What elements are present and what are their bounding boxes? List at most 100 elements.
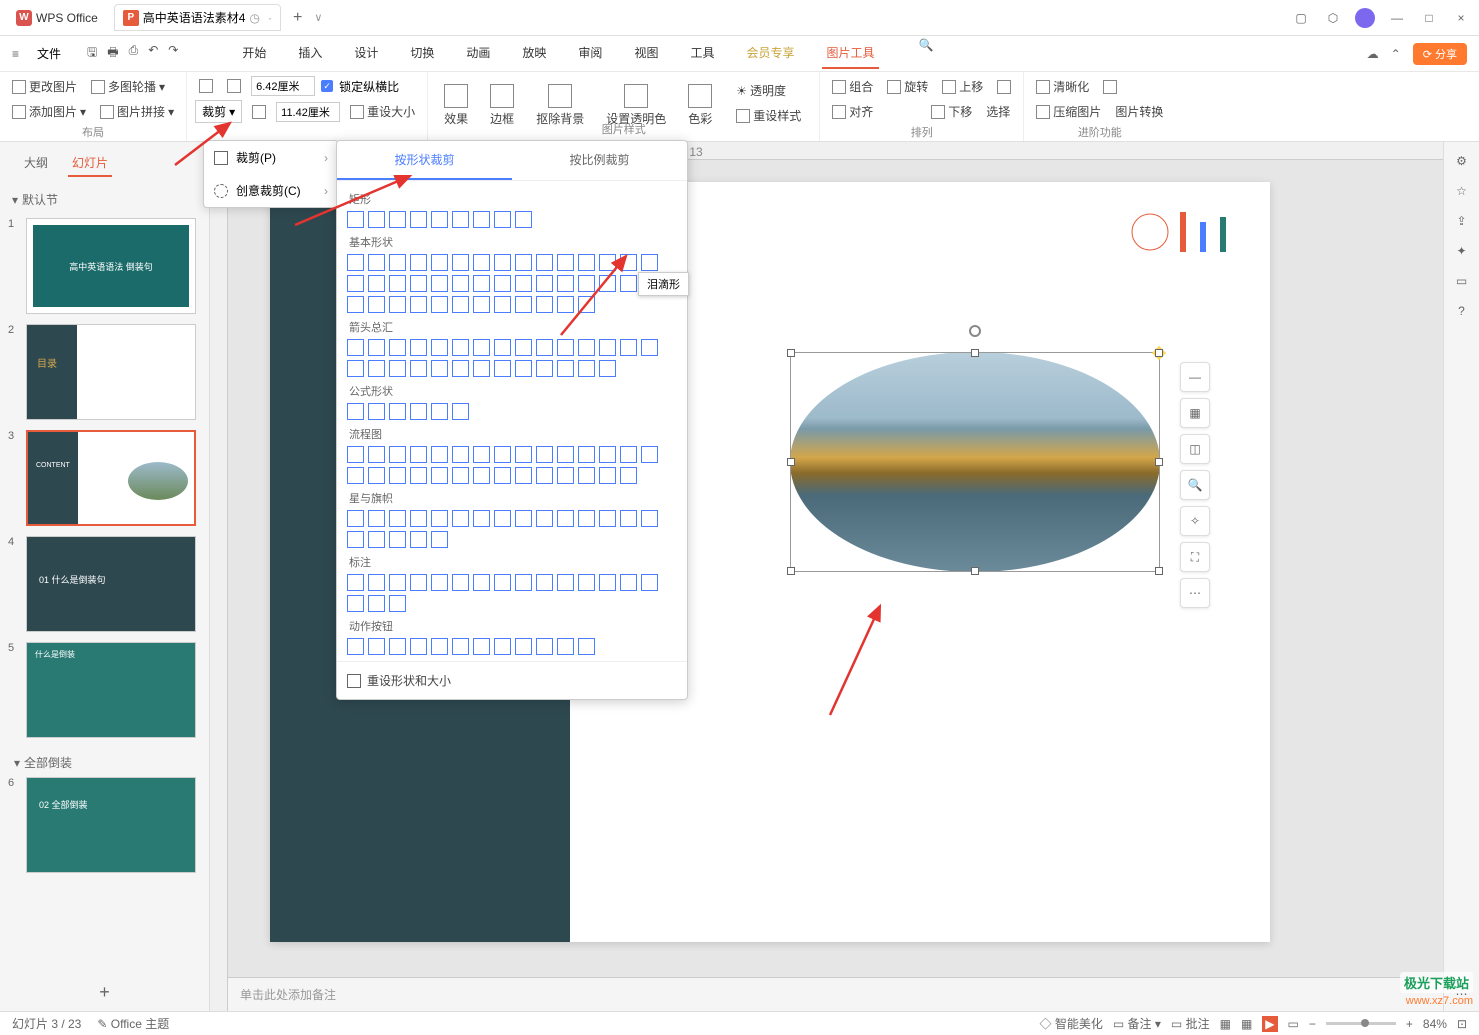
shape-stars-16[interactable] — [368, 531, 385, 548]
shape-arrows-27[interactable] — [599, 360, 616, 377]
shape-action-3[interactable] — [410, 638, 427, 655]
shape-basic-9[interactable] — [536, 254, 553, 271]
shape-arrows-11[interactable] — [578, 339, 595, 356]
shape-flowchart-5[interactable] — [452, 446, 469, 463]
shape-basic-33[interactable] — [410, 296, 427, 313]
shape-callout-8[interactable] — [515, 574, 532, 591]
shape-arrows-12[interactable] — [599, 339, 616, 356]
shape-callout-11[interactable] — [578, 574, 595, 591]
shape-formula-0[interactable] — [347, 403, 364, 420]
tab-menu-icon[interactable]: ◷ — [249, 11, 259, 25]
shape-basic-6[interactable] — [473, 254, 490, 271]
shape-basic-11[interactable] — [578, 254, 595, 271]
view-slideshow-icon[interactable]: ▭ — [1288, 1017, 1299, 1031]
beautify-button[interactable]: ◇ 智能美化 — [1040, 1015, 1103, 1032]
outline-tab[interactable]: 大纲 — [20, 150, 52, 177]
section-all[interactable]: ▾全部倒装 — [2, 748, 201, 777]
handle-nw[interactable] — [787, 349, 795, 357]
window-minimize[interactable]: — — [1387, 8, 1407, 28]
shape-flowchart-2[interactable] — [389, 446, 406, 463]
shape-arrows-14[interactable] — [641, 339, 658, 356]
add-slide-button[interactable]: + — [0, 974, 209, 1011]
height-input[interactable] — [276, 102, 340, 122]
collapse-ribbon-icon[interactable]: ⌃ — [1391, 47, 1401, 61]
shape-callout-13[interactable] — [620, 574, 637, 591]
zoom-out[interactable]: − — [1309, 1017, 1316, 1031]
shape-action-4[interactable] — [431, 638, 448, 655]
shape-stars-17[interactable] — [389, 531, 406, 548]
shape-basic-35[interactable] — [452, 296, 469, 313]
shape-formula-2[interactable] — [389, 403, 406, 420]
crop-mode-1[interactable] — [195, 77, 217, 95]
tab-view[interactable]: 视图 — [630, 38, 662, 69]
shape-rect-0[interactable] — [347, 211, 364, 228]
shape-flowchart-19[interactable] — [431, 467, 448, 484]
handle-n[interactable] — [971, 349, 979, 357]
shape-rect-5[interactable] — [452, 211, 469, 228]
move-up-button[interactable]: 上移 — [938, 76, 987, 97]
shape-stars-4[interactable] — [431, 510, 448, 527]
shape-flowchart-21[interactable] — [473, 467, 490, 484]
shape-basic-40[interactable] — [557, 296, 574, 313]
shape-basic-30[interactable] — [347, 296, 364, 313]
comments-button[interactable]: ▭ 批注 — [1171, 1015, 1210, 1032]
view-normal-icon[interactable]: ▦ — [1220, 1017, 1231, 1031]
tab-slideshow[interactable]: 放映 — [518, 38, 550, 69]
shape-basic-38[interactable] — [515, 296, 532, 313]
shape-arrows-18[interactable] — [410, 360, 427, 377]
float-more-button[interactable]: ⋯ — [1180, 578, 1210, 608]
tab-transition[interactable]: 切换 — [406, 38, 438, 69]
window-maximize[interactable]: □ — [1419, 8, 1439, 28]
shape-stars-6[interactable] — [473, 510, 490, 527]
shape-basic-36[interactable] — [473, 296, 490, 313]
fit-button[interactable]: ⊡ — [1457, 1017, 1467, 1031]
shape-arrows-25[interactable] — [557, 360, 574, 377]
shape-callout-10[interactable] — [557, 574, 574, 591]
shape-arrows-3[interactable] — [410, 339, 427, 356]
shape-basic-14[interactable] — [641, 254, 658, 271]
shape-flowchart-0[interactable] — [347, 446, 364, 463]
shape-arrows-13[interactable] — [620, 339, 637, 356]
shape-flowchart-4[interactable] — [431, 446, 448, 463]
shape-flowchart-17[interactable] — [389, 467, 406, 484]
shape-action-9[interactable] — [536, 638, 553, 655]
align-button[interactable]: 对齐 — [828, 101, 877, 122]
rail-help-icon[interactable]: ? — [1458, 304, 1465, 318]
shape-action-2[interactable] — [389, 638, 406, 655]
convert-preview-button[interactable] — [1099, 78, 1121, 96]
shape-action-10[interactable] — [557, 638, 574, 655]
shape-action-8[interactable] — [515, 638, 532, 655]
shape-callout-16[interactable] — [368, 595, 385, 612]
reset-size-button[interactable]: 重设大小 — [346, 101, 419, 122]
preview-icon[interactable]: ⎙ — [129, 43, 139, 64]
handle-se[interactable] — [1155, 567, 1163, 575]
slide-thumb-6[interactable]: 602 全部倒装 — [8, 777, 201, 873]
view-sorter-icon[interactable]: ▦ — [1241, 1017, 1252, 1031]
undo-icon[interactable]: ↶ — [148, 43, 158, 64]
group-button[interactable]: 组合 — [828, 76, 877, 97]
shape-callout-6[interactable] — [473, 574, 490, 591]
shape-stars-15[interactable] — [347, 531, 364, 548]
multi-carousel-button[interactable]: 多图轮播▾ — [87, 76, 169, 97]
shape-stars-18[interactable] — [410, 531, 427, 548]
shape-stars-5[interactable] — [452, 510, 469, 527]
shape-arrows-2[interactable] — [389, 339, 406, 356]
shape-basic-18[interactable] — [410, 275, 427, 292]
shape-rect-2[interactable] — [389, 211, 406, 228]
shape-stars-9[interactable] — [536, 510, 553, 527]
shape-basic-41[interactable] — [578, 296, 595, 313]
shape-formula-4[interactable] — [431, 403, 448, 420]
shape-basic-31[interactable] — [368, 296, 385, 313]
shape-basic-20[interactable] — [452, 275, 469, 292]
crop-button[interactable]: 裁剪▾ — [195, 100, 242, 123]
float-fit-button[interactable]: ⛶ — [1180, 542, 1210, 572]
shape-basic-1[interactable] — [368, 254, 385, 271]
shape-arrows-9[interactable] — [536, 339, 553, 356]
print-icon[interactable]: 🖶 — [107, 43, 118, 64]
image-stitch-button[interactable]: 图片拼接▾ — [96, 101, 178, 122]
shape-flowchart-15[interactable] — [347, 467, 364, 484]
rotate-button[interactable]: 旋转 — [883, 76, 932, 97]
zoom-value[interactable]: 84% — [1423, 1017, 1447, 1031]
shape-stars-8[interactable] — [515, 510, 532, 527]
shape-formula-5[interactable] — [452, 403, 469, 420]
